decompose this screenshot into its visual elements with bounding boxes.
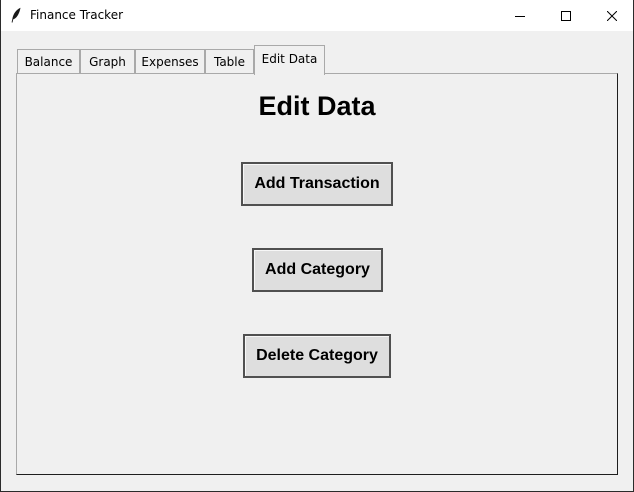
minimize-button[interactable] <box>497 0 543 31</box>
close-icon <box>606 6 618 25</box>
add-transaction-button[interactable]: Add Transaction <box>241 162 393 206</box>
edit-data-panel: Edit Data Add Transaction Add Category D… <box>16 73 618 475</box>
minimize-icon <box>515 6 525 25</box>
tab-graph[interactable]: Graph <box>80 49 135 73</box>
maximize-icon <box>561 6 571 25</box>
tab-edit-data[interactable]: Edit Data <box>254 45 325 75</box>
tab-expenses[interactable]: Expenses <box>135 49 205 73</box>
close-button[interactable] <box>589 0 633 31</box>
window-title: Finance Tracker <box>30 8 124 22</box>
maximize-button[interactable] <box>543 0 589 31</box>
tab-balance[interactable]: Balance <box>17 49 80 73</box>
page-title: Edit Data <box>258 91 376 121</box>
app-window: Finance Tracker Balance Graph Expenses T… <box>1 0 633 491</box>
add-category-button[interactable]: Add Category <box>252 248 383 292</box>
title-bar[interactable]: Finance Tracker <box>1 0 633 31</box>
feather-icon <box>10 7 22 23</box>
delete-category-button[interactable]: Delete Category <box>243 334 391 378</box>
tab-table[interactable]: Table <box>205 49 254 73</box>
